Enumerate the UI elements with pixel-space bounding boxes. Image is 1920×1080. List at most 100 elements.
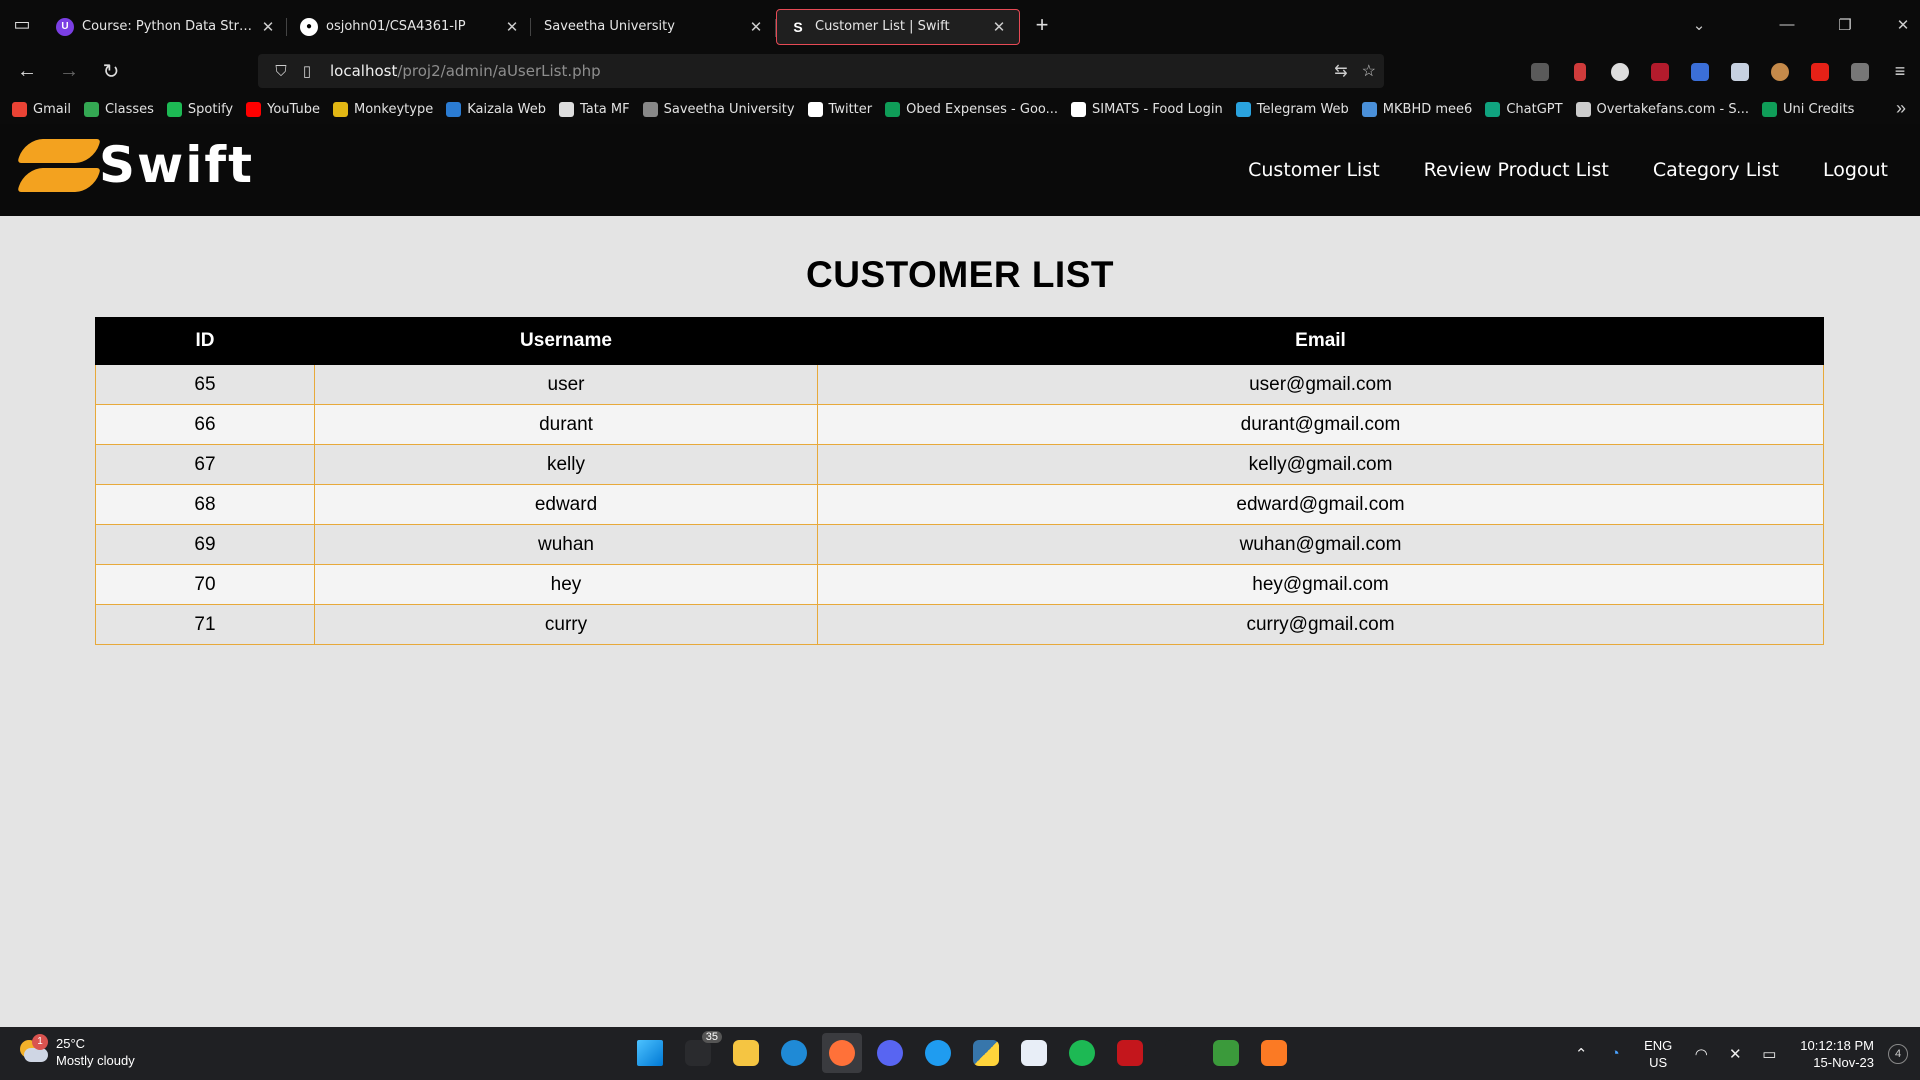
bookmark-item[interactable]: Twitter [807,101,872,117]
close-icon[interactable]: ✕ [989,18,1009,36]
bookmark-favicon-icon [558,101,574,117]
url-text[interactable]: localhost/proj2/admin/aUserList.php [330,62,601,80]
bookmark-favicon-icon [446,101,462,117]
ublock-icon[interactable] [1640,57,1680,87]
table-row: 71 curry curry@gmail.com [95,604,1824,645]
close-icon[interactable]: ✕ [258,18,278,36]
table-row: 66 durant durant@gmail.com [95,404,1824,445]
youtube-extension-icon[interactable] [1800,57,1840,87]
task-view-icon[interactable]: 35 [678,1031,722,1073]
spotify-icon[interactable] [1062,1033,1102,1073]
volume-muted-icon[interactable]: ✕ [1718,1045,1752,1063]
back-icon[interactable]: ← [6,52,48,92]
firefox-icon[interactable] [822,1033,862,1073]
bookmark-item[interactable]: MKBHD mee6 [1361,101,1473,117]
pocket-icon[interactable] [1520,57,1560,87]
tab-customer-list[interactable]: S Customer List | Swift ✕ [775,8,1020,45]
tab-list-icon[interactable]: ▭ [0,0,44,49]
extensions-icon[interactable] [1840,57,1880,87]
bookmark-label: Monkeytype [354,101,434,117]
vscode-c-icon[interactable] [918,1033,958,1073]
restore-icon[interactable]: ❐ [1816,16,1874,34]
bookmark-item[interactable]: Tata MF [558,101,630,117]
tab-overflow-chevron-icon[interactable]: ⌄ [1670,16,1728,34]
url-host: localhost [330,62,398,80]
nav-category-list[interactable]: Category List [1653,159,1779,181]
clock[interactable]: 10:12:18 PM 15-Nov-23 [1800,1037,1874,1071]
site-logo[interactable]: Swift [17,134,254,196]
bookmark-item[interactable]: Classes [83,101,154,117]
bookmark-item[interactable]: Telegram Web [1235,101,1349,117]
reload-icon[interactable]: ↻ [90,52,132,92]
close-icon[interactable]: ✕ [746,18,766,36]
forward-icon[interactable]: → [48,52,90,92]
xampp-icon[interactable] [1254,1033,1294,1073]
bookmark-label: MKBHD mee6 [1382,101,1473,117]
shield-extension-icon[interactable] [1720,57,1760,87]
bookmark-item[interactable]: Monkeytype [333,101,434,117]
window-close-icon[interactable]: ✕ [1874,16,1920,34]
browser-toolbar: ← → ↻ ⛉ ▯ localhost/proj2/admin/aUserLis… [0,49,1920,94]
shield-icon[interactable]: ⛉ [268,63,294,80]
tab-github[interactable]: ● osjohn01/CSA4361-IP ✕ [286,9,532,45]
extension-o-icon[interactable] [1600,57,1640,87]
translate-icon[interactable]: ⇆ [1334,61,1347,81]
file-explorer-icon[interactable] [726,1033,766,1073]
bookmark-favicon-icon [807,101,823,117]
notepad-icon[interactable] [1014,1033,1054,1073]
weather-widget[interactable]: 1 25°C Mostly cloudy [18,1034,135,1069]
start-icon[interactable] [630,1033,670,1073]
bookmark-favicon-icon [12,101,27,117]
bookmark-item[interactable]: Spotify [166,101,233,117]
bookmark-item[interactable]: Gmail [12,101,71,117]
bookmark-item[interactable]: Overtakefans.com - S... [1575,101,1749,117]
taskbar-apps: 35 [630,1031,1294,1073]
battery-icon[interactable]: ▭ [1752,1045,1786,1063]
notification-badge[interactable]: 4 [1888,1043,1908,1064]
terminal-icon[interactable] [1158,1033,1198,1073]
bookmark-item[interactable]: Obed Expenses - Goo... [885,101,1058,117]
minimize-icon[interactable]: — [1758,16,1816,33]
bookmark-item[interactable]: Uni Credits [1762,101,1854,117]
cell-email: user@gmail.com [817,364,1824,405]
close-icon[interactable]: ✕ [502,18,522,36]
wifi-icon[interactable]: ◠ [1684,1045,1718,1063]
download-icon[interactable] [1560,57,1600,87]
bookmark-item[interactable]: ChatGPT [1485,101,1563,117]
mysql-icon[interactable] [1110,1033,1150,1073]
tab-python-course[interactable]: U Course: Python Data Structures ✕ [44,9,288,45]
weather-temp: 25°C [56,1036,86,1051]
address-bar[interactable]: ⛉ ▯ localhost/proj2/admin/aUserList.php … [258,54,1384,88]
bookmark-star-icon[interactable]: ☆ [1362,61,1376,81]
bookmark-favicon-icon [1762,101,1777,117]
discord-icon[interactable] [870,1033,910,1073]
bookmarks-overflow-icon[interactable]: » [1896,98,1906,119]
extensions-toolbar: ≡ [1520,49,1920,94]
menu-icon[interactable]: ≡ [1880,57,1920,87]
language-indicator[interactable]: ENG US [1644,1037,1672,1071]
vim-icon[interactable] [1206,1033,1246,1073]
clock-app-icon[interactable]: ◔ [1598,1045,1632,1062]
python-icon[interactable] [966,1033,1006,1073]
nav-customer-list[interactable]: Customer List [1248,159,1380,181]
avatar-extension-icon[interactable] [1760,57,1800,87]
nav-review-product-list[interactable]: Review Product List [1424,159,1609,181]
bookmark-item[interactable]: SIMATS - Food Login [1071,101,1223,117]
tray-chevron-icon[interactable]: ⌃ [1564,1045,1598,1063]
bookmark-item[interactable]: YouTube [246,101,321,117]
nav-logout[interactable]: Logout [1823,159,1888,181]
window-controls: ⌄ — ❐ ✕ [1670,0,1920,49]
tab-saveetha[interactable]: Saveetha University ✕ [530,9,776,45]
cell-id: 66 [95,404,315,445]
new-tab-icon[interactable]: + [1020,12,1064,38]
bookmark-item[interactable]: Saveetha University [642,101,795,117]
bookmark-item[interactable]: Kaizala Web [446,101,546,117]
logo-text: Swift [99,136,254,194]
bookmark-label: Gmail [33,101,71,117]
translator-icon[interactable] [1680,57,1720,87]
cell-email: kelly@gmail.com [817,444,1824,485]
bookmark-label: YouTube [267,101,321,117]
bookmark-favicon-icon [83,101,99,117]
cell-email: wuhan@gmail.com [817,524,1824,565]
edge-icon[interactable] [774,1033,814,1073]
